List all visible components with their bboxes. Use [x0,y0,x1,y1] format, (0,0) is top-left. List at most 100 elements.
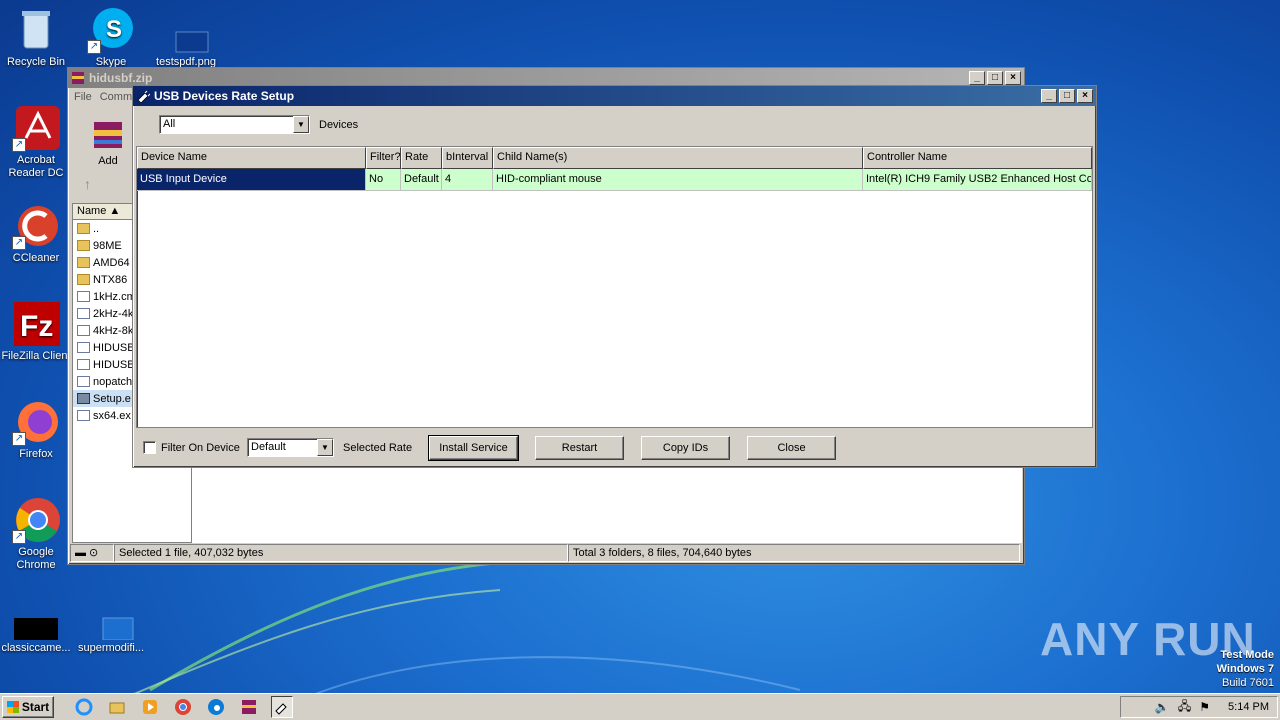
desktop-icon-skype[interactable]: S ↗ Skype [73,6,149,69]
chrome-icon[interactable] [172,696,194,718]
maximize-button[interactable]: □ [987,71,1003,85]
devices-filter-value: All [163,118,176,130]
column-header[interactable]: bInterval [442,147,493,169]
file-name: NTX86 [93,273,128,286]
desktop-icon-recycle-bin[interactable]: Recycle Bin [0,6,74,69]
minimize-button[interactable]: _ [969,71,985,85]
desktop-icon-firefox[interactable]: ↗ Firefox [0,398,74,461]
media-player-icon[interactable] [139,696,161,718]
ccleaner-icon: ↗ [12,202,60,250]
desktop-icon-classiccame[interactable]: classiccame... [0,608,74,655]
firefox-icon: ↗ [12,398,60,446]
column-header[interactable]: Device Name [137,147,366,169]
minimize-button[interactable]: _ [1041,89,1057,103]
taskbar: Start 🔈 🖧 ⚑ 5:14 PM [0,693,1280,720]
desktop-icon-chrome[interactable]: ↗ Google Chrome [0,496,74,572]
usb-rate-icon[interactable] [271,696,293,718]
chevron-down-icon[interactable]: ▼ [293,116,309,133]
table-cell: USB Input Device [137,169,366,191]
file-icon [77,325,90,336]
desktop-icon-acrobat[interactable]: ↗ Acrobat Reader DC [0,104,74,180]
file-name: HIDUSB [93,341,135,354]
exe-file-icon [77,393,90,404]
file-name: 1kHz.cm [93,290,136,303]
file-name: HIDUSB [93,358,135,371]
close-button[interactable]: × [1077,89,1093,103]
desktop-icon-label: classiccame... [1,642,71,654]
acrobat-icon: ↗ [12,104,60,152]
clock[interactable]: 5:14 PM [1228,701,1269,713]
file-list-blank-area [192,468,1022,543]
devices-label: Devices [319,119,359,131]
column-header[interactable]: Filter? [366,147,401,169]
chevron-down-icon[interactable]: ▼ [317,439,333,456]
close-button[interactable]: × [1005,71,1021,85]
copy-ids-button[interactable]: Copy IDs [641,436,730,460]
recycle-bin-icon [12,6,60,54]
rate-value: Default [251,441,286,453]
file-name: Setup.e [93,392,131,405]
folder-icon [77,223,90,234]
add-button[interactable]: Add [88,118,128,167]
desktop-icon-supermodifi[interactable]: supermodifi... [73,608,149,655]
column-header[interactable]: Controller Name [863,147,1092,169]
table-row[interactable]: USB Input Device No Default 4 HID-compliant … [137,169,1092,191]
desktop-icon-ccleaner[interactable]: ↗ CCleaner [0,202,74,265]
chrome-icon: ↗ [12,496,60,544]
ie-icon[interactable] [73,696,95,718]
column-header[interactable]: Child Name(s) [493,147,863,169]
archive-add-icon [94,122,122,148]
restart-button[interactable]: Restart [535,436,624,460]
speaker-icon[interactable]: 🔈 [1155,700,1170,714]
close-dialog-button[interactable]: Close [747,436,836,460]
filter-on-device-checkbox[interactable] [143,441,156,454]
table-cell: No [366,169,401,191]
windows-flag-icon [6,701,19,713]
file-name: .. [93,222,100,235]
action-center-flag-icon[interactable]: ⚑ [1199,700,1210,714]
winrar-icon[interactable] [238,696,260,718]
file-icon [77,342,90,353]
file-name: 2kHz-4k [93,307,134,320]
file-icon [77,410,90,421]
folder-icon [77,274,90,285]
desktop-icon-label: FileZilla Client [1,350,71,362]
devices-table[interactable]: Device Name Filter? Rate bInterval Child Nam… [136,146,1093,428]
desktop-icon-testspdf[interactable]: testspdf.png [148,6,224,69]
desktop-icon-label: CCleaner [12,252,60,264]
devices-filter-select[interactable]: All ▼ [159,115,310,134]
rate-select[interactable]: Default ▼ [247,438,334,457]
file-name: 98ME [93,239,122,252]
file-icon [77,291,90,302]
start-label: Start [21,700,50,714]
winrar-icon [72,72,84,84]
dialog-titlebar[interactable]: USB Devices Rate Setup _ □ × [133,86,1096,106]
file-name: 4kHz-8k [93,324,134,337]
file-icon [77,376,90,387]
system-tray: 🔈 🖧 ⚑ 5:14 PM [1120,696,1278,718]
table-cell: Intel(R) ICH9 Family USB2 Enhanced Host … [863,169,1092,191]
desktop-icon-filezilla[interactable]: Fz FileZilla Client [0,300,74,363]
start-button[interactable]: Start [2,696,54,718]
table-cell: HID-compliant mouse [493,169,863,191]
usb-rate-dialog[interactable]: USB Devices Rate Setup _ □ × All ▼ Devic… [132,85,1097,468]
up-arrow-icon[interactable]: ↑ [84,176,91,192]
column-header[interactable]: Rate [401,147,442,169]
explorer-icon[interactable] [106,696,128,718]
desktop-icon-label: Acrobat Reader DC [8,154,64,179]
table-cell: 4 [442,169,493,191]
add-label: Add [98,155,118,167]
desktop-icon-label: Firefox [19,448,53,460]
install-service-button[interactable]: Install Service [428,435,519,461]
menu-commands[interactable]: Comm [100,91,132,103]
svg-text:S: S [106,16,122,43]
desktop-icon-label: Google Chrome [16,546,56,571]
network-icon[interactable]: 🖧 [1178,697,1191,718]
menu-file[interactable]: File [74,91,92,103]
edge-icon[interactable] [205,696,227,718]
skype-icon: S ↗ [87,6,135,54]
filter-on-device-label: Filter On Device [161,442,240,454]
watermark-line-3: Build 7601 [1222,677,1274,689]
maximize-button[interactable]: □ [1059,89,1075,103]
test-mode-watermark: Test Mode Windows 7 Build 7601 [1217,648,1274,690]
